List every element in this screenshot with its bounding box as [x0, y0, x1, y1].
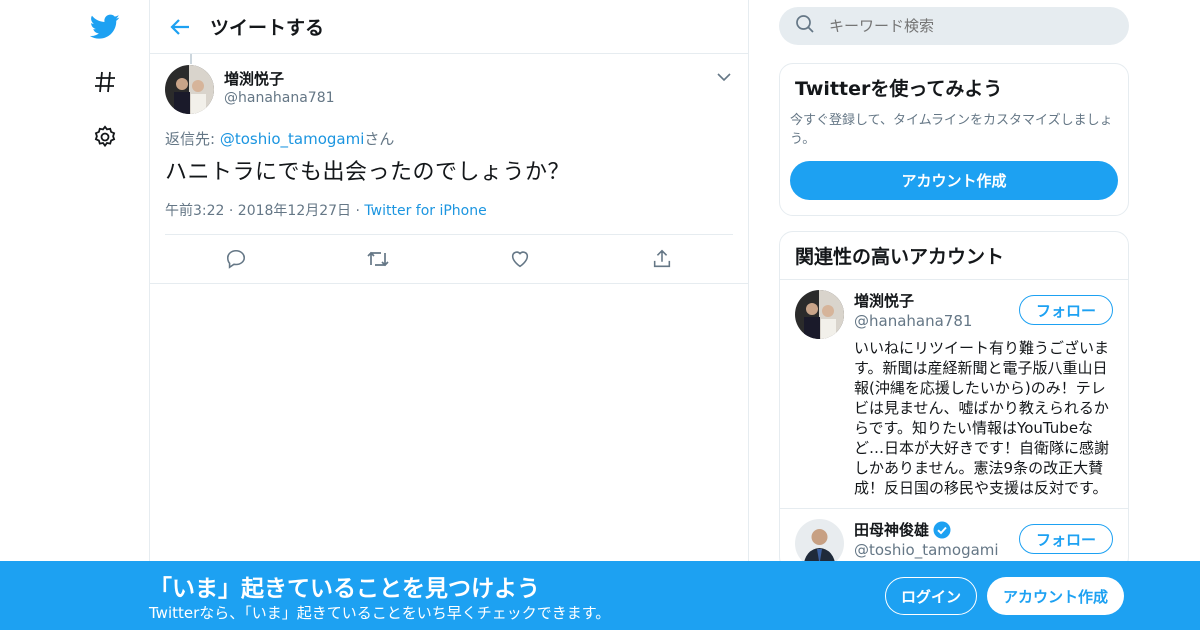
- bottom-bar-title: 「いま」起きていることを見つけよう: [149, 576, 540, 602]
- tweet-meta: 午前3:22 · 2018年12月27日 · Twitter for iPhon…: [165, 200, 733, 235]
- thread-line: [190, 54, 192, 64]
- gear-icon[interactable]: [88, 120, 122, 154]
- tweet-timestamp[interactable]: 午前3:22 · 2018年12月27日 ·: [165, 203, 364, 219]
- reply-icon[interactable]: [165, 248, 307, 270]
- search-icon: [795, 14, 815, 38]
- bottom-signup-bar: 「いま」起きていることを見つけよう Twitterなら、「いま」起きていることを…: [0, 561, 1200, 630]
- back-arrow-icon[interactable]: [150, 0, 210, 54]
- signup-card-desc: 今すぐ登録して、タイムラインをカスタマイズしましょう。: [790, 113, 1113, 147]
- left-nav: [0, 0, 150, 630]
- verified-badge-icon: [933, 521, 951, 539]
- reply-prefix: 返信先:: [165, 130, 220, 148]
- tweet-actions: [150, 235, 748, 284]
- avatar[interactable]: [165, 64, 214, 114]
- create-account-button[interactable]: アカウント作成: [790, 161, 1118, 200]
- avatar[interactable]: [795, 290, 844, 339]
- login-button[interactable]: ログイン: [885, 577, 977, 615]
- search-input[interactable]: [829, 17, 1089, 35]
- twitter-bird-icon[interactable]: [88, 10, 122, 44]
- related-accounts-card: 関連性の高いアカウント 増渕悦子 @hanahana781 いいねにリツイート有…: [779, 231, 1129, 571]
- related-user[interactable]: 増渕悦子 @hanahana781 いいねにリツイート有り難うございます。新聞は…: [780, 280, 1128, 509]
- signup-button[interactable]: アカウント作成: [987, 577, 1124, 615]
- signup-card-title: Twitterを使ってみよう: [795, 78, 1003, 100]
- follow-button[interactable]: フォロー: [1018, 524, 1113, 554]
- related-user-name[interactable]: 田母神俊雄: [854, 519, 929, 540]
- bottom-bar-subtitle: Twitterなら、「いま」起きていることをいち早くチェックできます。: [149, 604, 611, 622]
- heart-icon[interactable]: [449, 248, 591, 270]
- chevron-down-icon[interactable]: [715, 68, 733, 86]
- right-sidebar: Twitterを使ってみよう 今すぐ登録して、タイムラインをカスタマイズしましょ…: [779, 0, 1129, 571]
- follow-button[interactable]: フォロー: [1018, 295, 1113, 325]
- signup-card: Twitterを使ってみよう 今すぐ登録して、タイムラインをカスタマイズしましょ…: [779, 63, 1129, 216]
- page-title: ツイートする: [210, 17, 325, 39]
- author-name[interactable]: 増渕悦子: [224, 70, 335, 89]
- share-icon[interactable]: [591, 248, 733, 270]
- reply-to: 返信先: @toshio_tamogamiさん: [165, 128, 733, 149]
- related-user-bio: いいねにリツイート有り難うございます。新聞は産経新聞と電子版八重山日報(沖縄を応…: [854, 339, 1110, 497]
- tweet-source-link[interactable]: Twitter for iPhone: [364, 203, 486, 219]
- tweet-text: ハニトラにでも出会ったのでしょうか？: [165, 160, 571, 185]
- related-accounts-title: 関連性の高いアカウント: [780, 232, 1128, 280]
- tweet: 増渕悦子 @hanahana781 返信先: @toshio_tamogamiさ…: [150, 54, 748, 284]
- reply-suffix: さん: [364, 130, 395, 148]
- reply-mention-link[interactable]: @toshio_tamogami: [220, 130, 365, 148]
- author-handle[interactable]: @hanahana781: [224, 89, 335, 108]
- tweet-author[interactable]: 増渕悦子 @hanahana781: [165, 64, 733, 114]
- retweet-icon[interactable]: [307, 248, 449, 270]
- main-column: ツイートする 増渕悦子 @hanahana781 返信先: @toshio_ta…: [149, 0, 749, 630]
- hashtag-icon[interactable]: [88, 65, 122, 99]
- search-box[interactable]: [779, 7, 1129, 45]
- header: ツイートする: [150, 0, 748, 54]
